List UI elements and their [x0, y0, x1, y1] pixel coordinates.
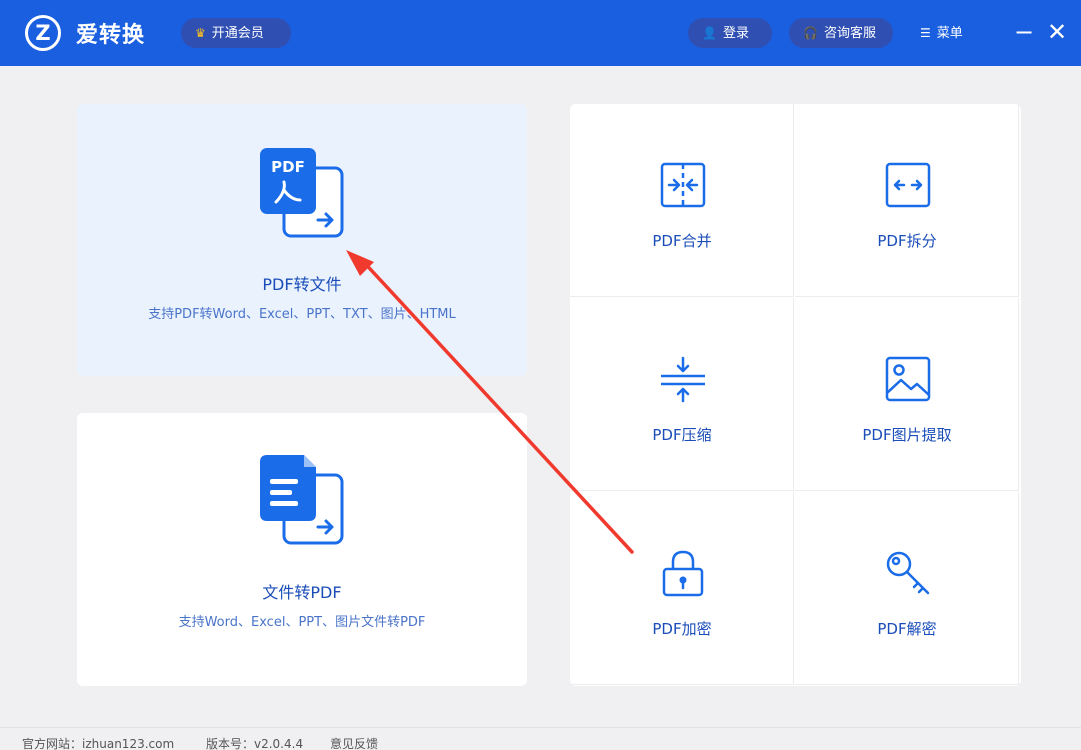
tool-label: PDF压缩	[652, 426, 712, 444]
tool-pdf-split[interactable]: PDF拆分	[795, 104, 1019, 297]
minimize-button[interactable]: −	[1012, 14, 1036, 50]
tool-label: PDF解密	[877, 620, 937, 638]
compress-icon	[661, 356, 705, 403]
pdf-to-file-card[interactable]: PDF PDF转文件 支持PDF转Word、Excel、PPT、TXT、图片、H…	[77, 104, 527, 376]
pdf-to-file-subtitle: 支持PDF转Word、Excel、PPT、TXT、图片、HTML	[148, 307, 456, 322]
tool-label: PDF加密	[652, 620, 712, 638]
vip-button[interactable]: ♛ 开通会员	[181, 18, 291, 48]
status-footer: 官方网站：izhuan123.com 版本号：v2.0.4.4 意见反馈	[0, 727, 1081, 750]
split-icon	[885, 162, 931, 208]
crown-icon: ♛	[195, 26, 206, 40]
pdf-to-file-title: PDF转文件	[262, 275, 342, 294]
tool-pdf-decrypt[interactable]: PDF解密	[795, 492, 1019, 685]
login-button[interactable]: 👤 登录	[688, 18, 772, 48]
tool-pdf-merge[interactable]: PDF合并	[570, 104, 794, 297]
tool-label: PDF合并	[652, 232, 712, 250]
document-icon	[260, 455, 344, 545]
file-to-pdf-subtitle: 支持Word、Excel、PPT、图片文件转PDF	[178, 615, 426, 630]
vip-label: 开通会员	[211, 26, 264, 41]
login-label: 登录	[722, 26, 749, 41]
customer-service-button[interactable]: 🎧 咨询客服	[789, 18, 893, 48]
tool-label: PDF拆分	[877, 232, 937, 250]
feedback-link[interactable]: 意见反馈	[330, 738, 378, 750]
headset-icon: 🎧	[803, 26, 818, 40]
user-icon: 👤	[702, 26, 717, 40]
menu-icon: ☰	[920, 26, 931, 40]
version-label: 版本号：v2.0.4.4	[206, 737, 304, 750]
pdf-tools-grid: PDF合并 PDF拆分 PDF压缩 PDF图片提取 PDF加密 PDF解密	[570, 104, 1021, 686]
menu-label: 菜单	[936, 26, 963, 41]
title-bar: Z 爱转换 ♛ 开通会员 👤 登录 🎧 咨询客服 ☰ 菜单 − ✕	[0, 0, 1081, 66]
app-title: 爱转换	[76, 23, 146, 48]
tool-pdf-compress[interactable]: PDF压缩	[570, 298, 794, 491]
tool-pdf-image-extract[interactable]: PDF图片提取	[795, 298, 1019, 491]
close-button[interactable]: ✕	[1045, 14, 1069, 50]
service-label: 咨询客服	[823, 26, 876, 41]
lock-icon	[662, 550, 704, 597]
image-extract-icon	[885, 356, 931, 402]
merge-icon	[660, 162, 706, 208]
tool-label: PDF图片提取	[862, 426, 952, 444]
menu-button[interactable]: ☰ 菜单	[920, 18, 963, 48]
key-icon	[886, 551, 930, 595]
file-to-pdf-card[interactable]: 文件转PDF 支持Word、Excel、PPT、图片文件转PDF	[77, 413, 527, 686]
pdf-file-icon: PDF	[260, 148, 344, 238]
official-website-link[interactable]: 官方网站：izhuan123.com	[22, 738, 174, 750]
tool-pdf-encrypt[interactable]: PDF加密	[570, 492, 794, 685]
app-logo: Z	[25, 15, 61, 51]
svg-text:PDF: PDF	[271, 158, 305, 176]
file-to-pdf-title: 文件转PDF	[262, 583, 342, 602]
